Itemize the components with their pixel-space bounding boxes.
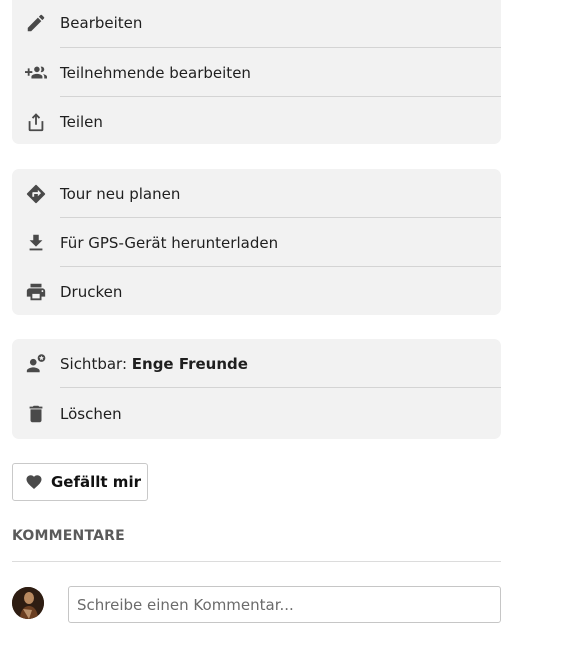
share-icon (24, 110, 48, 134)
actions-card-visibility: Sichtbar: Enge Freunde Löschen (12, 339, 501, 439)
heart-icon (25, 473, 43, 491)
menu-item-edit-participants[interactable]: Teilnehmende bearbeiten (12, 48, 501, 97)
menu-item-label: Für GPS-Gerät herunterladen (60, 233, 279, 252)
actions-card-edit: Bearbeiten Teilnehmende bearbeiten Teile… (12, 0, 501, 144)
trash-icon (24, 402, 48, 426)
menu-item-print[interactable]: Drucken (12, 267, 501, 316)
menu-item-label: Tour neu planen (60, 184, 181, 203)
comment-input[interactable] (68, 586, 501, 623)
menu-item-label: Teilnehmende bearbeiten (60, 63, 251, 82)
visibility-prefix: Sichtbar: (60, 354, 132, 373)
visibility-value: Enge Freunde (131, 354, 248, 373)
menu-item-label: Teilen (60, 112, 103, 131)
download-icon (24, 231, 48, 255)
person-star-icon (24, 352, 48, 376)
like-button[interactable]: Gefällt mir (12, 463, 148, 501)
menu-item-delete[interactable]: Löschen (12, 389, 501, 438)
add-people-icon (24, 61, 48, 85)
menu-item-download-gps[interactable]: Für GPS-Gerät herunterladen (12, 218, 501, 267)
printer-icon (24, 280, 48, 304)
route-turn-icon (24, 182, 48, 206)
avatar (12, 587, 44, 619)
visibility-label: Sichtbar: Enge Freunde (60, 354, 248, 374)
like-button-label: Gefällt mir (51, 473, 141, 491)
menu-item-label: Löschen (60, 404, 122, 423)
comments-heading: KOMMENTARE (12, 528, 125, 544)
pencil-icon (24, 11, 48, 35)
menu-item-label: Drucken (60, 282, 123, 301)
menu-item-label: Bearbeiten (60, 13, 143, 32)
menu-item-visibility[interactable]: Sichtbar: Enge Freunde (12, 339, 501, 388)
divider (60, 387, 501, 388)
menu-item-edit[interactable]: Bearbeiten (12, 0, 501, 47)
menu-item-share[interactable]: Teilen (12, 97, 501, 146)
comments-divider (12, 561, 501, 562)
menu-item-replan-tour[interactable]: Tour neu planen (12, 169, 501, 218)
actions-card-tour: Tour neu planen Für GPS-Gerät herunterla… (12, 169, 501, 315)
